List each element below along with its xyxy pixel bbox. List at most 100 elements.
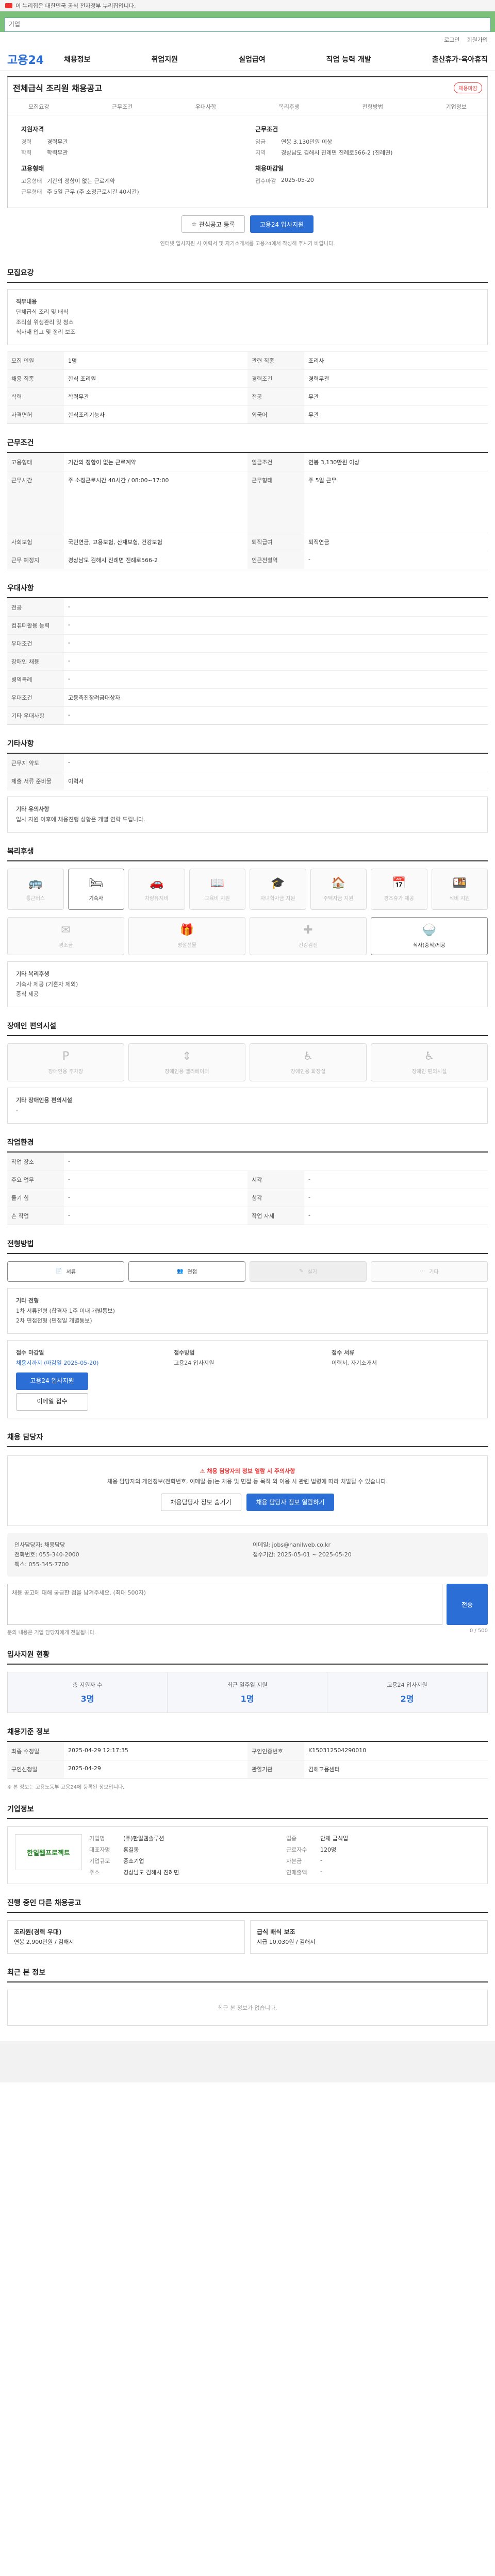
search-input[interactable]: 기업 (4, 18, 491, 32)
recruit-section: 모집요강 직무내용 단체급식 조리 및 배식 조리실 위생관리 및 청소 식자재… (7, 254, 488, 425)
house-icon: 🏠 (331, 876, 345, 890)
step-document: 📄 서류 (7, 1261, 124, 1282)
section-title: 근무조건 (7, 424, 488, 453)
company-logo: 한일웹프로젝트 (15, 1834, 82, 1871)
summary-heading: 지원자격 (21, 126, 44, 133)
accessible-icon: ♿ (424, 1050, 435, 1063)
section-title: 모집요강 (7, 254, 488, 283)
gift-icon: 🎁 (179, 923, 194, 937)
util-nav: 로그인 회원가입 (0, 32, 495, 47)
disability-toilet: ♿ 장애인용 화장실 (250, 1043, 367, 1082)
flag-icon (5, 3, 12, 8)
disability-parking: P 장애인용 주차장 (7, 1043, 124, 1082)
char-count: 0 / 500 (469, 1628, 488, 1634)
section-title: 기타사항 (7, 725, 488, 754)
disability-etc: ♿ 장애인 편의시설 (371, 1043, 488, 1082)
step-etc: ⋯ 기타 (371, 1261, 488, 1282)
section-title: 전형방법 (7, 1225, 488, 1254)
rice-icon: 🍚 (422, 923, 437, 937)
welfare-meal: 🍱 식비 지원 (431, 868, 488, 910)
info-section: 채용기준 정보 최종 수정일 2025-04-29 12:17:35 구인인증번호 K… (7, 1713, 488, 1790)
section-title: 진행 중인 다른 채용공고 (7, 1884, 488, 1913)
email-apply-button[interactable]: 이메일 접수 (16, 1393, 88, 1411)
welfare-child: 🎓 자녀학자금 지원 (250, 868, 306, 910)
envelope-icon: ✉ (61, 923, 71, 937)
stats-section: 입사지원 현황 총 지원자 수 3명 최근 일주일 지원 1명 고용24 입사지원 2… (7, 1636, 488, 1714)
stat-online: 고용24 입사지원 2명 (327, 1672, 487, 1713)
facility-section: 작업환경 작업 장소 - 주요 업무 - 시각 - 들기 힘 - 청각 - 손 작업 - 작업 자… (7, 1124, 488, 1225)
welfare-section: 복리후생 🚌 통근버스 🛏 기숙사 🚗 차량유지비 📖 교육비 지원 🎓 자녀학자금 지원… (7, 833, 488, 1008)
people-icon: 👥 (177, 1268, 184, 1275)
menu-item[interactable]: 채용정보 (64, 54, 91, 64)
section-title: 우대사항 (7, 569, 488, 599)
stat-week: 최근 일주일 지원 1명 (168, 1672, 327, 1713)
section-title: 채용 담당자 (7, 1418, 488, 1447)
view-contact-button[interactable]: 채용 담당자 정보 열람하기 (246, 1494, 335, 1512)
summary-heading: 채용마감일 (255, 165, 284, 172)
apply-note: 인터넷 입사지원 시 이력서 및 자기소개서를 고용24에서 작성해 주시기 바… (160, 241, 335, 247)
elevator-icon: ⇕ (182, 1050, 192, 1063)
disability-elevator: ⇕ 장애인용 엘리베이터 (128, 1043, 245, 1082)
apply-online-button[interactable]: 고용24 입사지원 (16, 1372, 88, 1390)
gov-banner: 이 누리집은 대한민국 공식 전자정부 누리집입니다. (0, 0, 495, 11)
apply-button[interactable]: 고용24 입사지원 (250, 215, 314, 233)
recent-section: 최근 본 정보 최근 본 정보가 없습니다. (7, 1954, 488, 2026)
hide-contact-button[interactable]: 채용담당자 정보 숨기기 (160, 1494, 241, 1512)
section-title: 복리후생 (7, 833, 488, 861)
status-badge: 채용마감 (454, 82, 482, 93)
signup-link[interactable]: 회원가입 (467, 36, 488, 44)
section-tabs: 모집요강 근무조건 우대사항 복리후생 전형방법 기업정보 (8, 98, 487, 115)
tool-icon: ✎ (299, 1268, 304, 1275)
section-title: 최근 본 정보 (7, 1954, 488, 1983)
welfare-leave: 📅 경조휴가 제공 (371, 868, 427, 910)
menu-item[interactable]: 직업 능력 개발 (326, 54, 371, 64)
toilet-icon: ♿ (303, 1050, 314, 1063)
welfare-checkup: ✚ 건강검진 (250, 917, 367, 955)
footer (0, 2041, 495, 2083)
more-icon: ⋯ (420, 1268, 425, 1275)
car-icon: 🚗 (150, 876, 164, 890)
welfare-bus: 🚌 통근버스 (7, 868, 64, 910)
disability-section: 장애인 편의시설 P 장애인용 주차장 ⇕ 장애인용 엘리베이터 ♿ 장애인용 화장실… (7, 1007, 488, 1124)
step-interview: 👥 면접 (128, 1261, 245, 1282)
warning-icon: ⚠ (200, 1467, 207, 1475)
others-section: 진행 중인 다른 채용공고 조리원(경력 우대) 연봉 2,900만원 / 김해시… (7, 1884, 488, 1954)
process-section: 전형방법 📄 서류 👥 면접 ✎ 실기 ⋯ 기타 기타 전형 1차 서류전형 (합격자 … (7, 1225, 488, 1418)
section-title: 작업환경 (7, 1124, 488, 1153)
menu-item[interactable]: 출산휴가·육아휴직 (432, 54, 488, 64)
other-section: 기타사항 근무지 약도 - 제출 서류 준비물 이력서 기타 유의사항 입사 지원 … (7, 725, 488, 833)
tab-company[interactable]: 기업정보 (446, 103, 466, 111)
logo[interactable]: 고용24 (7, 51, 64, 67)
menu-item[interactable]: 실업급여 (239, 54, 266, 64)
star-icon: ☆ (191, 221, 197, 228)
tab-pref[interactable]: 우대사항 (195, 103, 216, 111)
menu-item[interactable]: 취업지원 (152, 54, 178, 64)
scrap-button[interactable]: ☆ 관심공고 등록 (181, 215, 245, 233)
stat-total: 총 지원자 수 3명 (8, 1672, 168, 1713)
job-summary: 전체급식 조리원 채용공고 채용마감 모집요강 근무조건 우대사항 복리후생 전… (7, 76, 488, 208)
cap-icon: 🎓 (271, 876, 285, 890)
search-bar: 기업 (0, 11, 495, 32)
section-title: 입사지원 현황 (7, 1636, 488, 1665)
step-practical: ✎ 실기 (250, 1261, 367, 1282)
health-icon: ✚ (303, 923, 313, 937)
book-icon: 📖 (210, 876, 224, 890)
tab-work[interactable]: 근무조건 (112, 103, 133, 111)
tab-process[interactable]: 전형방법 (362, 103, 383, 111)
other-job-card[interactable]: 급식 배식 보조 시급 10,030원 / 김해시 (250, 1920, 488, 1954)
inquiry-input[interactable] (7, 1584, 442, 1625)
tab-recruit[interactable]: 모집요강 (28, 103, 49, 111)
other-job-card[interactable]: 조리원(경력 우대) 연봉 2,900만원 / 김해시 (7, 1920, 245, 1954)
welfare-gift-money: ✉ 경조금 (7, 917, 124, 955)
summary-heading: 근무조건 (255, 126, 278, 133)
welfare-car: 🚗 차량유지비 (128, 868, 185, 910)
parking-icon: P (62, 1050, 70, 1063)
tab-welfare[interactable]: 복리후생 (279, 103, 300, 111)
inquiry-send-button[interactable]: 전송 (447, 1584, 488, 1625)
calendar-icon: 📅 (392, 876, 406, 890)
document-icon: 📄 (56, 1268, 62, 1275)
login-link[interactable]: 로그인 (444, 36, 459, 44)
welfare-house: 🏠 주택자금 지원 (310, 868, 367, 910)
bus-icon: 🚌 (28, 876, 43, 890)
section-title: 채용기준 정보 (7, 1713, 488, 1742)
